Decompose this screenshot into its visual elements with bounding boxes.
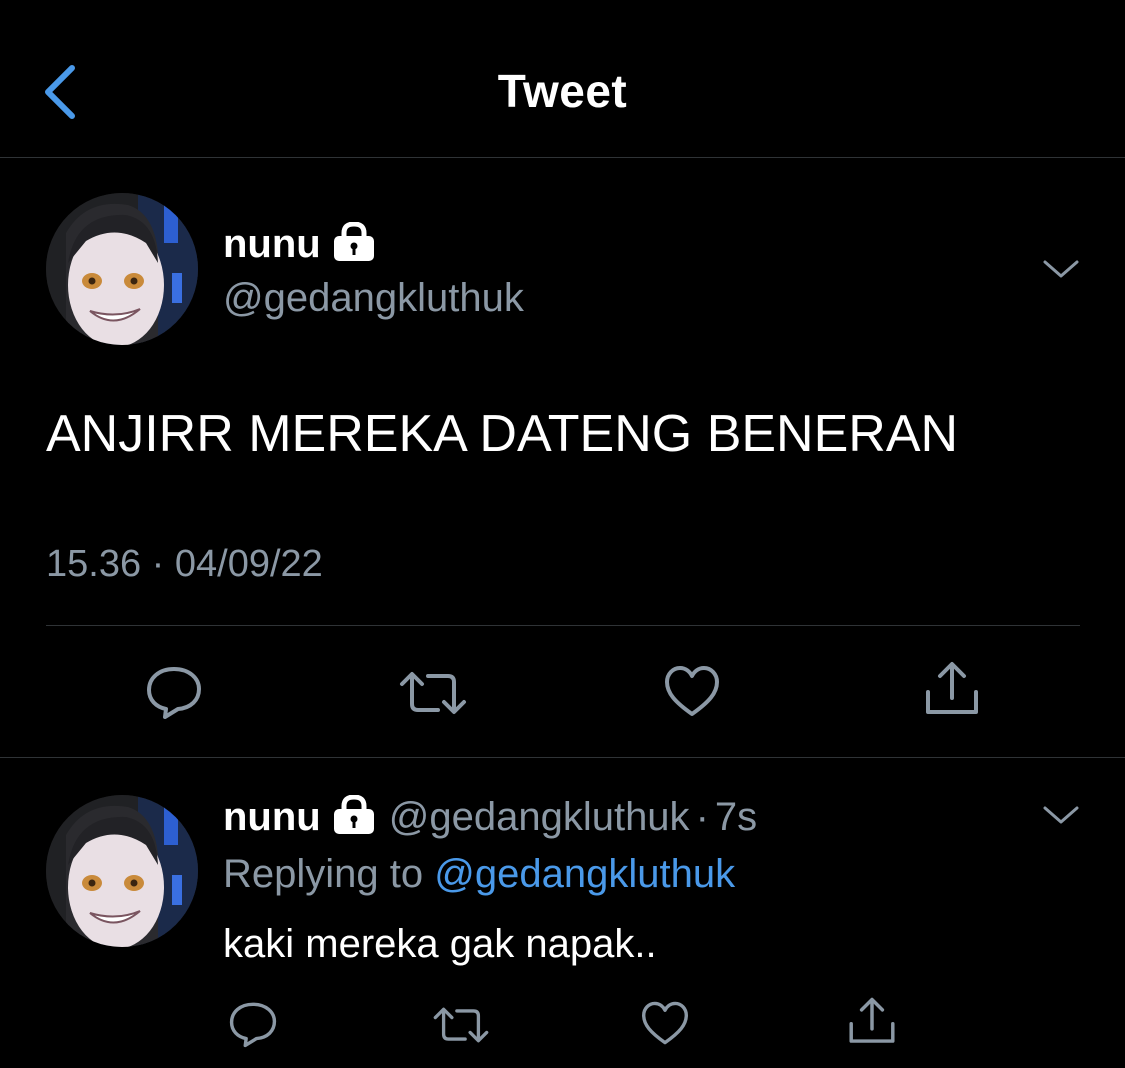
reply-actions-bar [0, 996, 1125, 1052]
author-name-row: nunu [223, 221, 375, 267]
like-icon [642, 1001, 688, 1045]
retweet-icon [433, 1007, 489, 1043]
reply-button[interactable] [145, 664, 203, 725]
divider [0, 757, 1125, 758]
author-display-name[interactable]: nunu [223, 795, 321, 840]
avatar[interactable] [46, 795, 198, 947]
avatar-image [46, 193, 198, 345]
retweet-icon [400, 672, 466, 714]
share-button[interactable] [922, 660, 982, 725]
like-button[interactable] [663, 664, 721, 723]
lock-icon [333, 221, 375, 267]
tweet-time: 15.36 [46, 543, 142, 585]
chevron-down-icon [1043, 806, 1079, 824]
tweet-date: 04/09/22 [174, 543, 323, 585]
tweet-options-button[interactable] [1041, 800, 1081, 835]
tweet-options-button[interactable] [1041, 254, 1081, 289]
replying-to-label: Replying to [223, 852, 424, 896]
share-icon [926, 662, 978, 714]
reply-icon [229, 1002, 277, 1048]
divider [46, 625, 1080, 626]
author-display-name[interactable]: nunu [223, 222, 321, 267]
reply-text: kaki mereka gak napak.. [223, 922, 657, 966]
tweet-detail-screen: Tweet nunu @gedangkluthuk ANJIRR MEREKA … [0, 0, 1125, 1068]
lock-icon [333, 794, 375, 840]
retweet-button[interactable] [398, 668, 468, 723]
author-handle[interactable]: @gedangkluthuk [389, 795, 690, 840]
like-icon [665, 666, 719, 716]
share-button[interactable] [846, 996, 898, 1053]
reply-time: 7s [714, 795, 758, 839]
avatar-image [46, 795, 198, 947]
tweet-actions-bar [0, 660, 1125, 724]
avatar[interactable] [46, 193, 198, 345]
replying-to-line: Replying to @gedangkluthuk [223, 852, 735, 897]
retweet-button[interactable] [432, 1004, 490, 1051]
replying-to-handle-link[interactable]: @gedangkluthuk [434, 852, 735, 896]
chevron-down-icon [1043, 260, 1079, 278]
share-icon [849, 997, 895, 1043]
tweet-text: ANJIRR MEREKA DATENG BENERAN [46, 405, 959, 463]
reply-button[interactable] [228, 1000, 278, 1053]
reply-icon [147, 667, 201, 719]
reply-author-row: nunu @gedangkluthuk · 7s [223, 794, 758, 840]
tweet-timestamp: 15.36 · 04/09/22 [46, 543, 323, 586]
page-title: Tweet [497, 65, 628, 117]
meta-separator: · [695, 795, 709, 839]
author-handle[interactable]: @gedangkluthuk [223, 276, 524, 321]
like-button[interactable] [640, 1000, 690, 1051]
meta-separator: · [151, 543, 165, 585]
top-bar: Tweet [0, 0, 1125, 158]
